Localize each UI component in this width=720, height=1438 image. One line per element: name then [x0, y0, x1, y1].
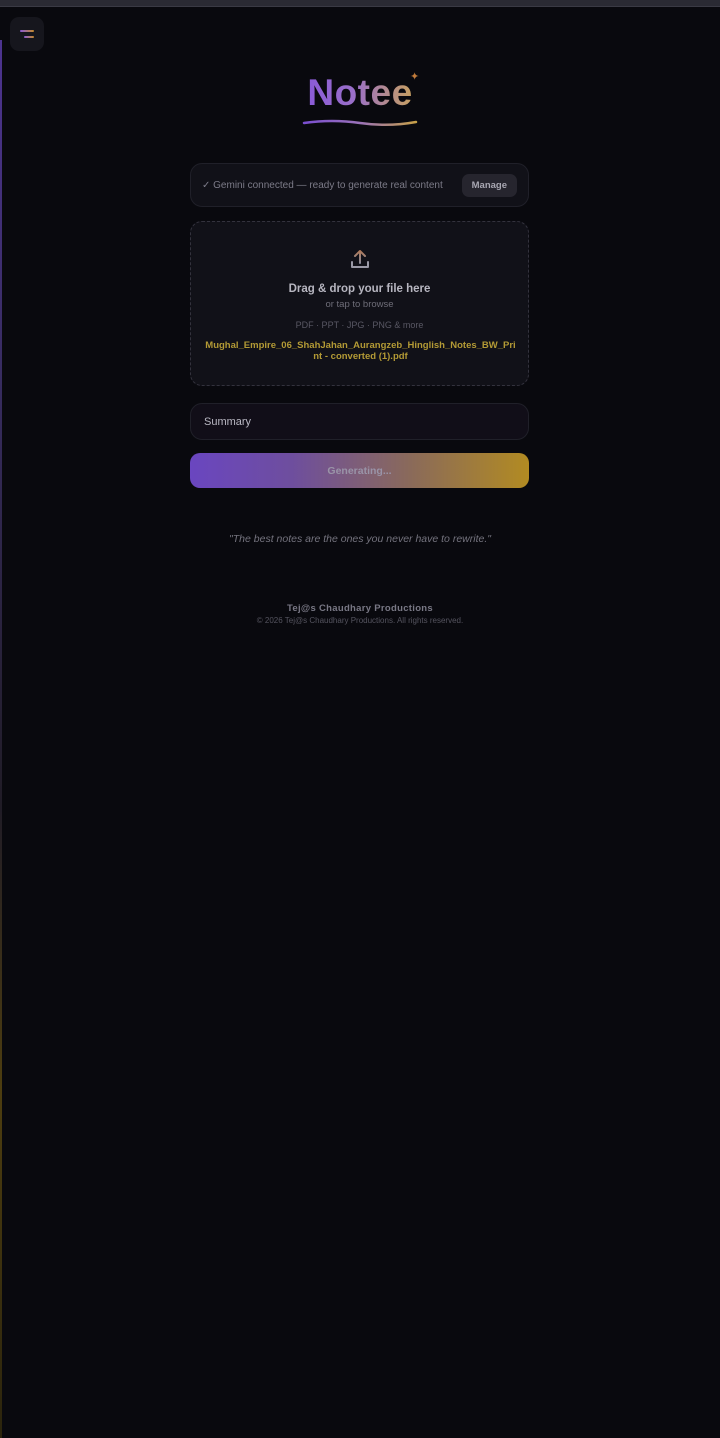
file-drop-zone[interactable]: Drag & drop your file here or tap to bro… — [190, 221, 529, 386]
mode-select-value: Summary — [204, 415, 252, 428]
top-status-bar — [0, 0, 720, 7]
hamburger-menu-icon-bar — [24, 36, 34, 38]
footer-copyright: © 2026 Tej@s Chaudhary Productions. All … — [256, 616, 464, 625]
app-logo: Notee — [0, 72, 720, 114]
footer-brand: Tej@s Chaudhary Productions — [287, 603, 433, 614]
generate-button-label: Generating... — [327, 464, 392, 477]
mode-select[interactable]: Summary — [190, 403, 529, 440]
upload-icon — [351, 250, 369, 268]
hamburger-menu-icon — [20, 30, 34, 32]
tagline-quote: "The best notes are the ones you never h… — [229, 533, 491, 545]
manage-button[interactable]: Manage — [461, 173, 517, 197]
selected-file-name: Mughal_Empire_06_ShahJahan_Aurangzeb_Hin… — [205, 340, 516, 362]
sparkle-icon: ✦ — [410, 71, 420, 83]
drop-zone-subtitle: or tap to browse — [325, 299, 394, 310]
gemini-status-card: ✓ Gemini connected — ready to generate r… — [190, 163, 529, 207]
supported-formats: PDF · PPT · JPG · PNG & more — [295, 320, 424, 330]
drop-zone-title: Drag & drop your file here — [288, 283, 431, 295]
generate-button[interactable]: Generating... — [190, 453, 529, 488]
menu-button[interactable] — [10, 17, 44, 51]
logo-underline — [302, 119, 418, 126]
app-title: Notee — [307, 72, 413, 113]
gemini-status-text: ✓ Gemini connected — ready to generate r… — [202, 179, 443, 191]
edge-accent-line — [0, 40, 2, 1438]
